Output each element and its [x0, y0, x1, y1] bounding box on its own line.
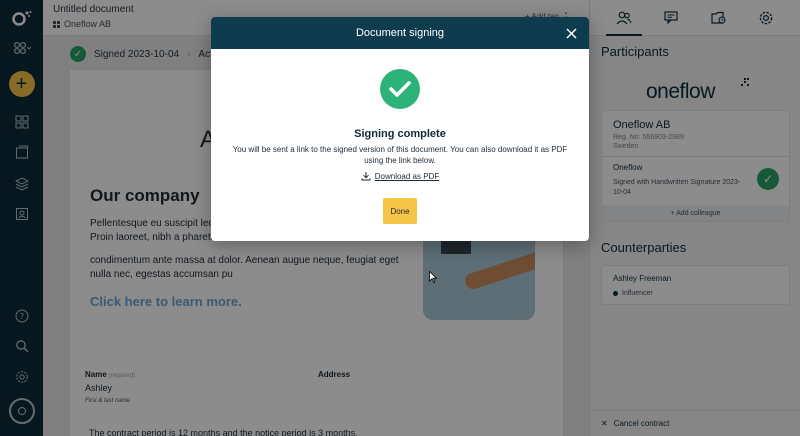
success-check-icon — [380, 69, 420, 109]
download-pdf-link[interactable]: Download as PDF — [211, 171, 589, 181]
signing-complete-heading: Signing complete — [354, 128, 446, 140]
close-icon[interactable] — [563, 25, 579, 41]
signing-dialog: Document signing Signing complete You wi… — [211, 17, 589, 241]
dialog-title: Document signing — [355, 27, 445, 39]
done-button[interactable]: Done — [383, 198, 417, 224]
download-icon — [361, 172, 371, 181]
signing-message: You will be sent a link to the signed ve… — [232, 145, 568, 165]
dialog-header: Document signing — [211, 17, 589, 49]
download-pdf-label: Download as PDF — [374, 171, 440, 181]
mouse-cursor-icon — [429, 271, 437, 283]
